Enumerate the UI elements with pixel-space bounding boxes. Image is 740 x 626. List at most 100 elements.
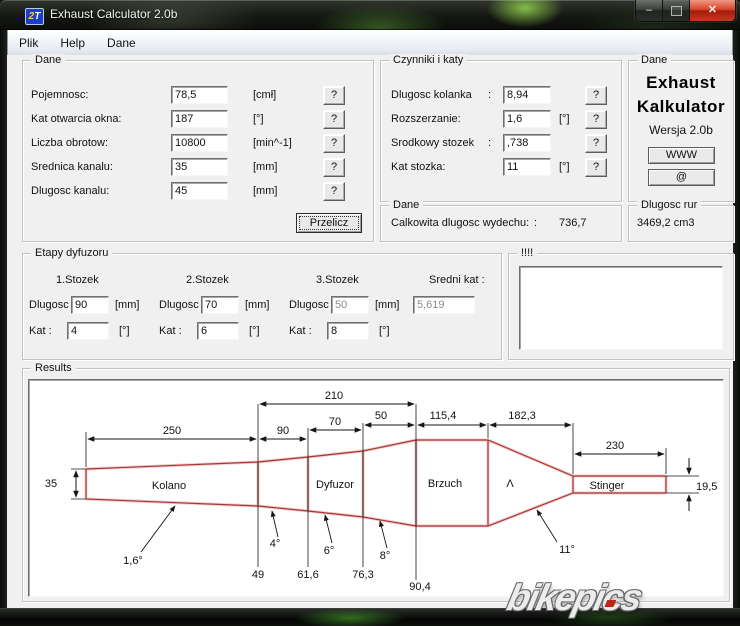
srednica-field[interactable] (171, 158, 228, 176)
cone1-mm-unit: [mm] (115, 299, 140, 311)
cone2-mm-unit: [mm] (245, 299, 270, 311)
menu-item-plik[interactable]: Plik (9, 32, 48, 54)
app-version: Wersja 2.0b (649, 123, 713, 137)
angle-arrows (140, 505, 558, 553)
group-results-title: Results (31, 362, 76, 375)
pojemnosc-help-button[interactable]: ? (323, 86, 345, 105)
cone1-kat-field[interactable] (67, 322, 109, 340)
group-etapy-title: Etapy dyfuzoru (31, 247, 113, 260)
cone1-deg-unit: [°] (119, 325, 130, 337)
cone3-dlugosc-label: Dlugosc (289, 299, 329, 311)
cone2-dlugosc-field[interactable] (201, 296, 239, 314)
group-dane-inputs-title: Dane (31, 54, 66, 67)
obroty-unit: [min^-1] (253, 137, 292, 149)
maximize-button[interactable] (663, 0, 690, 21)
rozszerzanie-unit: [°] (559, 113, 570, 125)
app-name-line2: Kalkulator (636, 97, 726, 116)
srednica-help-button[interactable]: ? (323, 158, 345, 177)
email-button[interactable]: @ (648, 169, 715, 186)
pojemnosc-field[interactable] (171, 86, 228, 104)
obroty-help-button[interactable]: ? (323, 134, 345, 153)
alerts-listbox[interactable] (519, 266, 723, 350)
srednica-unit: [mm] (253, 161, 278, 173)
window-title: Exhaust Calculator 2.0b (50, 7, 178, 21)
group-dlugosc-rur-title: Dlugosc rur (637, 199, 702, 212)
kolanko-colon: : (488, 89, 492, 101)
dim-230-label: 230 (606, 440, 624, 452)
rozszerzanie-field[interactable] (503, 110, 551, 128)
kat-okna-field[interactable] (171, 110, 228, 128)
kat-stozka-label: Kat stozka: (391, 161, 446, 173)
angle-4-label: 8° (380, 550, 391, 562)
group-czynniki: Czynniki i katy Dlugosc kolanka : ? Rozs… (380, 54, 622, 202)
cone3-kat-label: Kat : (289, 325, 312, 337)
stozek-field[interactable] (503, 134, 551, 152)
cone1-dlugosc-label: Dlugosc (29, 299, 69, 311)
group-dane-total: Dane Calkowita dlugosc wydechu: : 736,7 (380, 199, 622, 242)
kolanko-field[interactable] (503, 86, 551, 104)
cone3-mm-unit: [mm] (375, 299, 400, 311)
cone2-kat-field[interactable] (197, 322, 239, 340)
srednica-label: Srednica kanalu: (31, 161, 113, 173)
menu-item-dane[interactable]: Dane (97, 32, 146, 54)
cone1-kat-label: Kat : (29, 325, 52, 337)
dlugosc-kanalu-help-button[interactable]: ? (323, 182, 345, 201)
kolanko-label: Dlugosc kolanka (391, 89, 472, 101)
group-results: Results 250 90 70 210 50 115,4 182,3 230… (22, 362, 730, 602)
cone2-dlugosc-label: Dlugosc (159, 299, 199, 311)
caption-buttons: – ✕ (635, 0, 736, 22)
obroty-field[interactable] (171, 134, 228, 152)
app-name-line1: Exhaust (646, 73, 716, 92)
angle-5-label: 11° (559, 544, 575, 556)
menu-item-help[interactable]: Help (50, 32, 95, 54)
dlugosc-kanalu-field[interactable] (171, 182, 228, 200)
client-area: Dane Pojemnosc: [cmł] ? Kat otwarcia okn… (7, 54, 734, 608)
dim-50-label: 50 (375, 410, 387, 422)
group-about: Dane Exhaust Kalkulator Wersja 2.0b WWW … (628, 54, 734, 202)
pojemnosc-unit: [cmł] (253, 89, 277, 101)
cone3-deg-unit: [°] (379, 325, 390, 337)
cone2-kat-label: Kat : (159, 325, 182, 337)
group-dane-total-title: Dane (389, 199, 424, 212)
dia-49-label: 49 (252, 569, 264, 581)
przelicz-button[interactable]: Przelicz (296, 213, 362, 233)
dim-90-label: 90 (277, 425, 289, 437)
rozszerzanie-help-button[interactable]: ? (585, 110, 607, 129)
kat-stozka-unit: [°] (559, 161, 570, 173)
dlugosc-rur-value: 3469,2 cm3 (637, 217, 695, 229)
section-kolano-label: Kolano (152, 480, 186, 492)
kat-okna-help-button[interactable]: ? (323, 110, 345, 129)
total-length-value: 736,7 (559, 217, 587, 229)
group-alerts: !!!! (508, 247, 734, 360)
www-button[interactable]: WWW (648, 147, 715, 164)
angle-1-label: 1,6° (123, 555, 143, 567)
cone1-dlugosc-field[interactable] (71, 296, 109, 314)
cone3-kat-field[interactable] (327, 322, 369, 340)
sredni-kat-header: Sredni kat : (429, 274, 485, 286)
cone2-deg-unit: [°] (249, 325, 260, 337)
results-canvas: 250 90 70 210 50 115,4 182,3 230 35 19,5… (28, 379, 724, 597)
group-etapy: Etapy dyfuzoru 1.Stozek 2.Stozek 3.Stoze… (22, 247, 502, 360)
stozek-label: Srodkowy stozek (391, 137, 475, 149)
minimize-button[interactable]: – (636, 0, 663, 21)
group-dlugosc-rur: Dlugosc rur 3469,2 cm3 (628, 199, 734, 242)
kat-stozka-field[interactable] (503, 158, 551, 176)
close-icon: ✕ (707, 4, 718, 16)
group-czynniki-title: Czynniki i katy (389, 54, 468, 67)
dlugosc-kanalu-label: Dlugosc kanalu: (31, 185, 110, 197)
section-brzuch-label: Brzuch (428, 478, 462, 490)
kat-stozka-help-button[interactable]: ? (585, 158, 607, 177)
close-button[interactable]: ✕ (690, 0, 735, 21)
cone2-header: 2.Stozek (186, 274, 229, 286)
section-labels: Kolano Dyfuzor Brzuch Λ Stinger (152, 478, 625, 492)
stozek-help-button[interactable]: ? (585, 134, 607, 153)
group-dane-inputs: Dane Pojemnosc: [cmł] ? Kat otwarcia okn… (22, 54, 374, 242)
dlugosc-kanalu-unit: [mm] (253, 185, 278, 197)
group-about-title: Dane (637, 54, 672, 67)
section-dyfuzor-label: Dyfuzor (316, 479, 354, 491)
dia-90-label: 90,4 (409, 581, 430, 593)
section-cone-label: Λ (506, 478, 514, 490)
dia-35-label: 35 (45, 478, 57, 490)
kolanko-help-button[interactable]: ? (585, 86, 607, 105)
menu-bar: Plik Help Dane (7, 30, 733, 56)
